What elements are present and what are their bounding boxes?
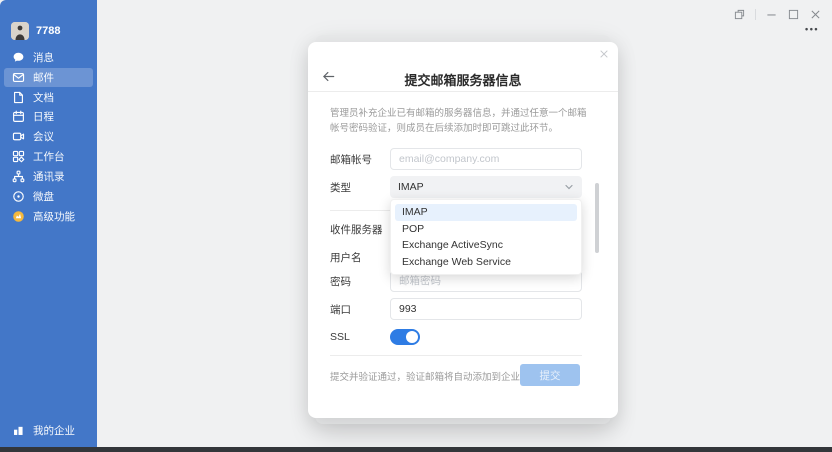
sidebar-item-label: 通讯录 [33,169,65,184]
dropdown-option-exchange-web-service[interactable]: Exchange Web Service [395,254,577,271]
sidebar-item-meetings[interactable]: 会议 [4,127,93,146]
type-dropdown-menu: IMAP POP Exchange ActiveSync Exchange We… [390,199,582,275]
dialog-description: 管理员补充企业已有邮箱的服务器信息，并通过任意一个邮箱帐号密码验证，则成员在后续… [330,106,588,136]
incoming-server-label: 收件服务器 [330,222,390,237]
user-name: 7788 [36,25,60,37]
mail-icon [12,71,25,84]
restore-icon[interactable] [733,8,746,21]
password-label: 密码 [330,274,390,289]
sidebar-item-messages[interactable]: 消息 [4,48,93,67]
type-row: 类型 IMAP [330,176,582,198]
sidebar-item-label: 消息 [33,50,54,65]
port-row: 端口 [330,298,582,320]
type-select-value: IMAP [398,181,424,193]
window-controls [733,8,822,21]
building-icon [12,424,25,437]
avatar [11,22,29,40]
dropdown-option-exchange-activesync[interactable]: Exchange ActiveSync [395,237,577,254]
type-label: 类型 [330,180,390,195]
document-icon [12,91,25,104]
ssl-toggle-knob [406,331,418,343]
sidebar-item-contacts[interactable]: 通讯录 [4,167,93,186]
maximize-icon[interactable] [787,8,800,21]
meeting-icon [12,130,25,143]
minimize-icon[interactable] [765,8,778,21]
sidebar-item-label: 我的企业 [33,423,75,438]
sidebar-item-drive[interactable]: 微盘 [4,187,93,206]
chevron-down-icon [564,182,574,192]
sidebar-item-label: 高级功能 [33,209,75,224]
sidebar-item-label: 会议 [33,129,54,144]
drive-icon [12,190,25,203]
sidebar-item-label: 微盘 [33,189,54,204]
sidebar-item-calendar[interactable]: 日程 [4,107,93,126]
sidebar-item-documents[interactable]: 文档 [4,88,93,107]
submit-button[interactable]: 提交 [520,364,580,386]
footer-divider [330,355,582,356]
submit-hint-text: 提交并验证通过，验证邮箱将自动添加到企业微信 [330,369,539,383]
window-close-icon[interactable] [809,8,822,21]
ssl-label: SSL [330,331,390,343]
email-account-row: 邮箱帐号 [330,148,582,170]
back-arrow-icon[interactable] [321,69,336,84]
sidebar-item-label: 文档 [33,90,54,105]
email-account-input[interactable] [390,148,582,170]
submit-mail-server-dialog: 提交邮箱服务器信息 管理员补充企业已有邮箱的服务器信息，并通过任意一个邮箱帐号密… [308,42,618,418]
premium-icon [12,210,25,223]
ssl-row: SSL [330,326,582,348]
dialog-header: 提交邮箱服务器信息 [308,42,618,92]
type-select[interactable]: IMAP [390,176,582,198]
contacts-icon [12,170,25,183]
sidebar-item-premium[interactable]: 高级功能 [4,207,93,226]
port-label: 端口 [330,302,390,317]
workspace-icon [12,150,25,163]
username-label: 用户名 [330,250,390,265]
sidebar-item-my-company[interactable]: 我的企业 [4,421,93,440]
user-profile[interactable]: 7788 [11,22,60,40]
dialog-title: 提交邮箱服务器信息 [348,70,578,89]
dropdown-option-pop[interactable]: POP [395,221,577,238]
port-input[interactable] [390,298,582,320]
more-options-button[interactable]: ••• [805,24,819,34]
sidebar-item-label: 邮件 [33,70,54,85]
calendar-icon [12,110,25,123]
sidebar: 7788 消息 邮件 文档 日程 会议 工作台 通讯录 [0,0,97,447]
window-controls-separator [755,9,756,20]
dropdown-option-imap[interactable]: IMAP [395,204,577,221]
sidebar-item-label: 日程 [33,109,54,124]
modal-scrollbar[interactable] [595,183,599,253]
ssl-toggle[interactable] [390,329,420,345]
sidebar-item-label: 工作台 [33,149,65,164]
sidebar-item-mail[interactable]: 邮件 [4,68,93,87]
chat-icon [12,51,25,64]
window-bottom-edge [0,447,832,452]
app-window: 7788 消息 邮件 文档 日程 会议 工作台 通讯录 [0,0,832,452]
sidebar-item-workspace[interactable]: 工作台 [4,147,93,166]
email-account-label: 邮箱帐号 [330,152,390,167]
